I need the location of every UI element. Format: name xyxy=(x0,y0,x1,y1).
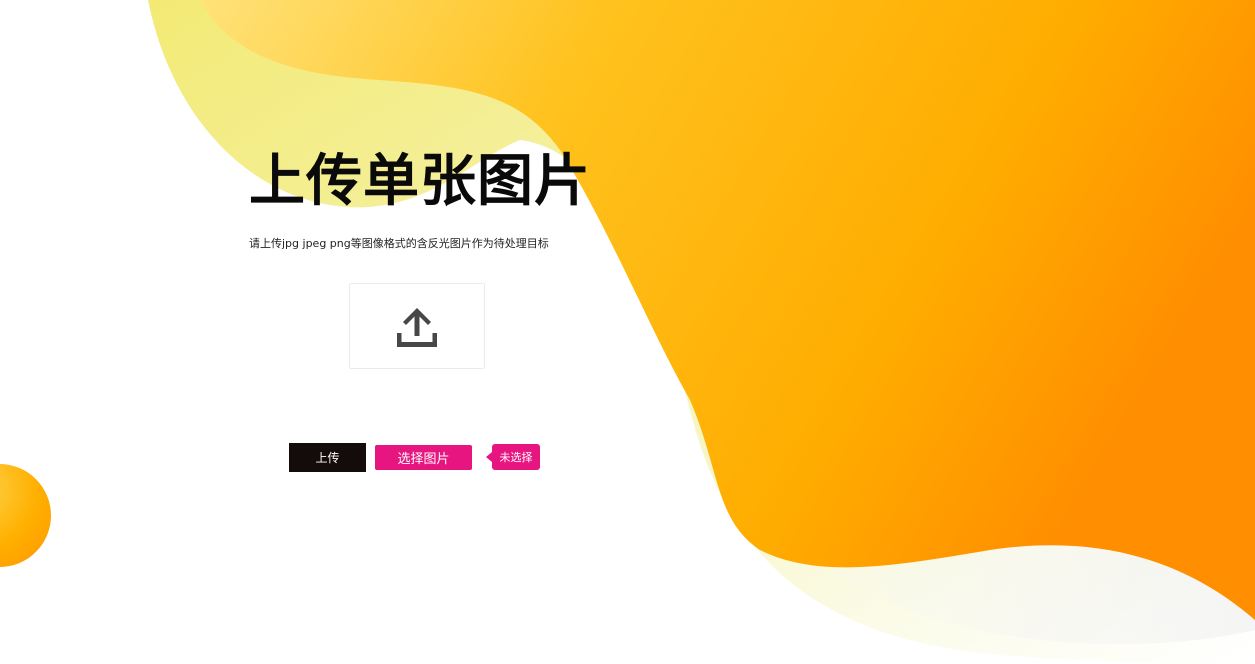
choose-image-button[interactable]: 选择图片 xyxy=(375,445,472,470)
page-subtitle: 请上传jpg jpeg png等图像格式的含反光图片作为待处理目标 xyxy=(249,237,549,250)
upload-page: 上传单张图片 请上传jpg jpeg png等图像格式的含反光图片作为待处理目标… xyxy=(0,0,1255,664)
upload-icon xyxy=(397,308,437,347)
wave-background xyxy=(148,0,1255,664)
upload-button[interactable]: 上传 xyxy=(289,443,366,472)
upload-dropzone[interactable] xyxy=(349,283,485,369)
page-title: 上传单张图片 xyxy=(249,149,591,214)
file-status-tag: 未选择 xyxy=(486,444,540,470)
